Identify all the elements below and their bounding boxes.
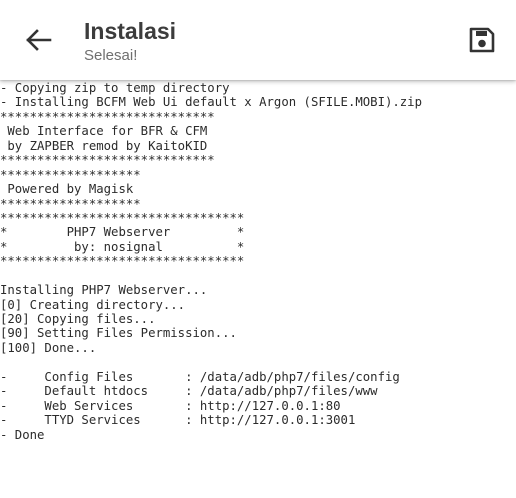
log-line: ********************************* (0, 254, 245, 269)
log-line: [90] Setting Files Permission... (0, 326, 237, 341)
back-button[interactable] (14, 20, 62, 60)
install-log[interactable]: - Copying zip to temp directory - Install… (0, 81, 516, 498)
log-line: Web Interface for BFR & CFM (0, 124, 208, 139)
log-line: Installing PHP7 Webserver... (0, 283, 208, 298)
page-title: Instalasi (84, 18, 177, 44)
title-block: Instalasi Selesai! (84, 17, 176, 66)
log-line: - Default htdocs : /data/adb/php7/files/… (0, 384, 378, 399)
log-line: - Done (0, 427, 45, 442)
log-line: Powered by Magisk (0, 182, 134, 197)
log-line: [0] Creating directory... (0, 297, 186, 312)
log-line: ******************* (0, 196, 141, 211)
log-line: ***************************** (0, 109, 215, 124)
log-line: * by: nosignal * (0, 239, 245, 254)
floppy-disk-icon (469, 27, 495, 53)
log-line: [20] Copying files... (0, 312, 156, 326)
install-screen: Instalasi Selesai! - Copying zip to temp… (0, 0, 516, 498)
log-line: [100] Done... (0, 340, 97, 355)
log-line: - Copying zip to temp directory (0, 81, 230, 95)
page-subtitle: Selesai! (84, 47, 138, 64)
log-line: - Config Files : /data/adb/php7/files/co… (0, 369, 400, 384)
log-line: - Web Services : http://127.0.0.1:80 (0, 398, 341, 413)
app-bar: Instalasi Selesai! (0, 0, 516, 80)
log-line: - TTYD Services : http://127.0.0.1:3001 (0, 413, 356, 428)
log-line: ********************************* (0, 210, 245, 225)
log-line: ******************* (0, 167, 141, 182)
log-line: ***************************** (0, 153, 215, 168)
log-line: by ZAPBER remod by KaitoKID (0, 138, 208, 153)
log-line: * PHP7 Webserver * (0, 225, 245, 240)
save-log-button[interactable] (460, 20, 504, 60)
log-line: - Installing BCFM Web Ui default x Argon… (0, 95, 422, 110)
arrow-left-icon (26, 29, 52, 51)
